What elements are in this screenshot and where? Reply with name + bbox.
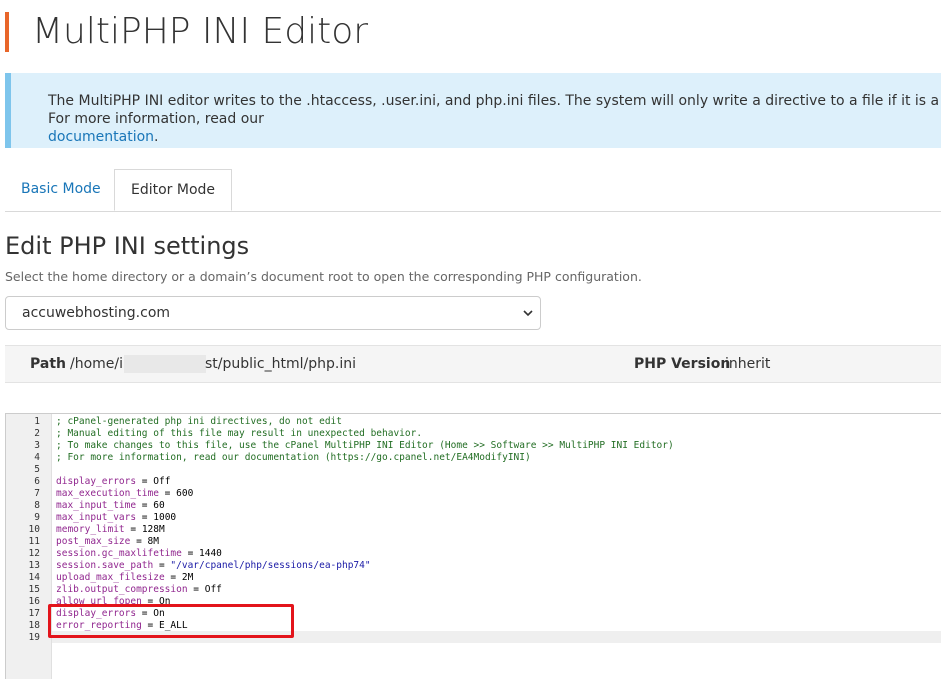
php-version-label: PHP Version — [634, 356, 731, 372]
code-key: memory_limit — [56, 524, 125, 535]
path-value-suffix: st/public_html/php.ini — [205, 356, 356, 372]
code-line: post_max_size = 8M — [56, 536, 159, 548]
code-editor[interactable]: 1 2 3 4 5 6 7 8 9 10 11 12 13 14 15 16 17 18 19 ; cPanel-g… — [5, 413, 941, 679]
line-number: 7 — [34, 488, 40, 499]
page-title: MultiPHP INI Editor — [32, 11, 369, 52]
line-number: 16 — [28, 596, 40, 607]
line-number: 15 — [28, 584, 40, 595]
page-header: MultiPHP INI Editor — [5, 12, 939, 52]
code-key: post_max_size — [56, 536, 131, 547]
section-heading: Edit PHP INI settings — [5, 232, 250, 260]
code-key: session.gc_maxlifetime — [56, 548, 182, 559]
code-operator: = — [124, 524, 142, 535]
line-number: 10 — [28, 524, 40, 535]
code-value: 600 — [176, 488, 194, 499]
section-description: Select the home directory or a domain’s … — [5, 269, 642, 284]
line-number: 3 — [34, 440, 40, 451]
code-value: Off — [153, 476, 171, 487]
code-operator: = — [136, 500, 154, 511]
line-number: 11 — [28, 536, 40, 547]
code-value: 1000 — [153, 512, 177, 523]
code-value: 1440 — [199, 548, 222, 559]
info-text: The MultiPHP INI editor writes to the .h… — [48, 92, 941, 146]
path-value-prefix: /home/i — [70, 356, 124, 372]
path-bar: Path /home/i st/public_html/php.ini PHP … — [5, 345, 941, 383]
code-value: "/var/cpanel/php/sessions/ea-php74" — [170, 560, 371, 571]
code-operator: = — [130, 536, 148, 547]
code-line: display_errors = Off — [56, 476, 170, 488]
code-value: 2M — [181, 572, 194, 583]
line-number: 4 — [34, 452, 40, 463]
code-operator: = — [187, 584, 205, 595]
code-value: Off — [204, 584, 222, 595]
code-line: memory_limit = 128M — [56, 524, 165, 536]
code-operator: = — [181, 548, 200, 559]
code-line: ; For more information, read our documen… — [56, 452, 531, 464]
code-key: max_input_vars — [56, 512, 137, 523]
code-operator: = — [153, 560, 171, 571]
highlight-annotation — [48, 604, 294, 638]
line-number: 12 — [28, 548, 40, 559]
line-number: 9 — [34, 512, 40, 523]
line-number: 5 — [34, 464, 40, 475]
line-number: 14 — [28, 572, 40, 583]
code-operator: = — [136, 512, 154, 523]
line-number-gutter: 1 2 3 4 5 6 7 8 9 10 11 12 13 14 15 16 17 18 19 — [6, 414, 52, 679]
code-comment: ; To make changes to this file, use the … — [56, 440, 674, 451]
info-message: The MultiPHP INI editor writes to the .h… — [48, 93, 941, 127]
code-comment: ; Manual editing of this file may result… — [56, 428, 423, 439]
code-key: max_execution_time — [56, 488, 159, 499]
code-operator: = — [164, 572, 182, 583]
line-number: 17 — [28, 608, 40, 619]
line-number: 6 — [34, 476, 40, 487]
code-value: 60 — [153, 500, 165, 511]
code-line: max_input_time = 60 — [56, 500, 165, 512]
code-key: display_errors — [56, 476, 137, 487]
domain-select-value: accuwebhosting.com — [22, 305, 171, 321]
line-number: 1 — [34, 416, 40, 427]
info-alert: The MultiPHP INI editor writes to the .h… — [5, 73, 941, 148]
line-number: 8 — [34, 500, 40, 511]
code-operator: = — [136, 476, 154, 487]
code-key: zlib.output_compression — [56, 584, 188, 595]
line-number: 13 — [28, 560, 40, 571]
path-label: Path — [30, 356, 66, 372]
mode-tabs: Basic Mode Editor Mode — [5, 169, 941, 212]
code-key: upload_max_filesize — [56, 572, 165, 583]
code-line: session.save_path = "/var/cpanel/php/ses… — [56, 560, 371, 572]
code-key: session.save_path — [56, 560, 154, 571]
domain-select[interactable]: accuwebhosting.com — [5, 296, 541, 330]
code-line: max_execution_time = 600 — [56, 488, 193, 500]
code-line: zlib.output_compression = Off — [56, 584, 222, 596]
line-number: 18 — [28, 620, 40, 631]
tab-basic-mode[interactable]: Basic Mode — [5, 169, 117, 210]
line-number: 19 — [28, 632, 40, 643]
code-operator: = — [158, 488, 177, 499]
redacted-segment — [124, 355, 206, 373]
code-value: 128M — [141, 524, 165, 535]
code-value: 8M — [147, 536, 159, 547]
code-line: upload_max_filesize = 2M — [56, 572, 193, 584]
code-key: max_input_time — [56, 500, 137, 511]
documentation-link[interactable]: documentation — [48, 129, 154, 145]
code-line: ; Manual editing of this file may result… — [56, 428, 422, 440]
chevron-down-icon — [523, 310, 533, 317]
code-line: session.gc_maxlifetime = 1440 — [56, 548, 222, 560]
code-line: ; To make changes to this file, use the … — [56, 440, 674, 452]
code-comment: ; cPanel-generated php ini directives, d… — [56, 416, 342, 427]
tab-editor-mode[interactable]: Editor Mode — [114, 169, 233, 211]
php-version-value: inherit — [725, 356, 771, 372]
code-line: max_input_vars = 1000 — [56, 512, 176, 524]
info-suffix: . — [154, 129, 159, 145]
line-number: 2 — [34, 428, 40, 439]
code-comment: ; For more information, read our documen… — [56, 452, 531, 463]
code-line: ; cPanel-generated php ini directives, d… — [56, 416, 342, 428]
